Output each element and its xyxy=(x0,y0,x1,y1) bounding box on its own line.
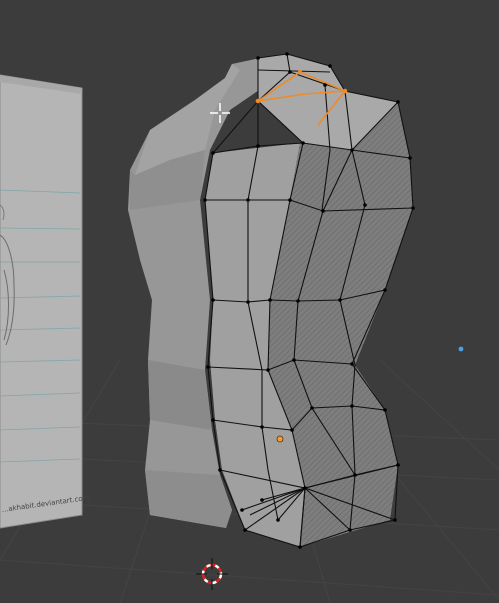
3d-viewport[interactable]: ...akhabit.deviantart.com xyxy=(0,0,499,603)
viewport-canvas[interactable]: ...akhabit.deviantart.com xyxy=(0,0,499,603)
reference-image-plane[interactable]: ...akhabit.deviantart.com xyxy=(0,74,90,529)
light-point[interactable] xyxy=(458,346,464,352)
object-origin-icon[interactable] xyxy=(276,435,284,443)
